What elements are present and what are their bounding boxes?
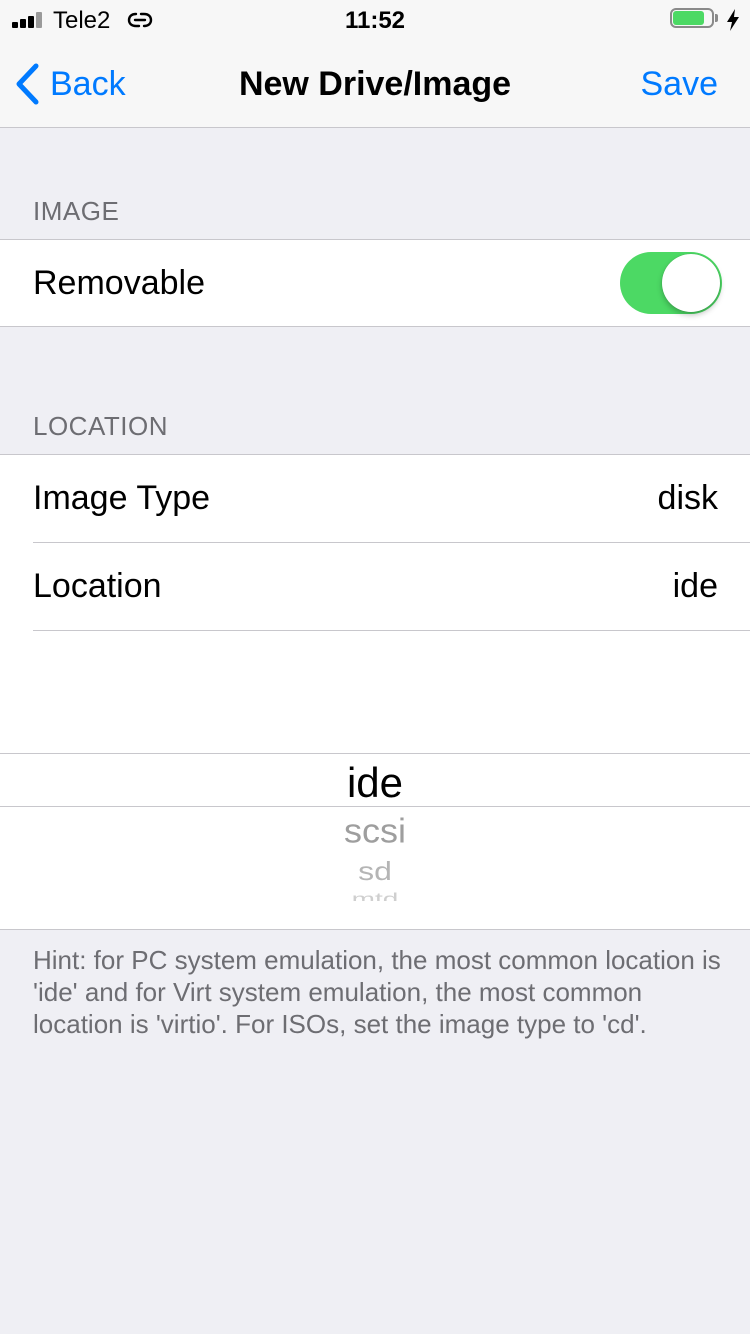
toggle-knob [662,254,720,312]
battery-icon [670,8,720,32]
image-type-row[interactable]: Image Type disk [0,455,750,542]
removable-toggle[interactable] [620,252,722,314]
removable-label: Removable [33,264,205,302]
section-header-location: LOCATION [33,411,168,441]
section-header-image: IMAGE [33,196,120,226]
removable-row: Removable [0,240,750,327]
location-label: Location [33,567,162,605]
image-type-label: Image Type [33,479,211,517]
picker-option[interactable]: sd [0,855,750,886]
image-group: Removable [0,239,750,327]
save-button[interactable]: Save [641,62,719,106]
navigation-bar: Back New Drive/Image Save [0,40,750,128]
clock: 11:52 [344,7,406,34]
status-bar: Tele2 11:52 [0,0,750,40]
picker-selection-top-line [0,753,750,754]
hint-text: Hint: for PC system emulation, the most … [33,945,721,1039]
charging-bolt-icon [727,9,739,31]
location-picker[interactable]: ide scsi sd mtd [0,630,750,930]
location-row[interactable]: Location ide [0,543,750,630]
picker-option-selected[interactable]: ide [0,758,750,808]
location-value: ide [672,567,718,605]
page-title: New Drive/Image [238,65,512,103]
image-type-value: disk [657,479,718,517]
picker-option[interactable]: scsi [0,811,750,850]
picker-option[interactable]: mtd [0,889,750,901]
